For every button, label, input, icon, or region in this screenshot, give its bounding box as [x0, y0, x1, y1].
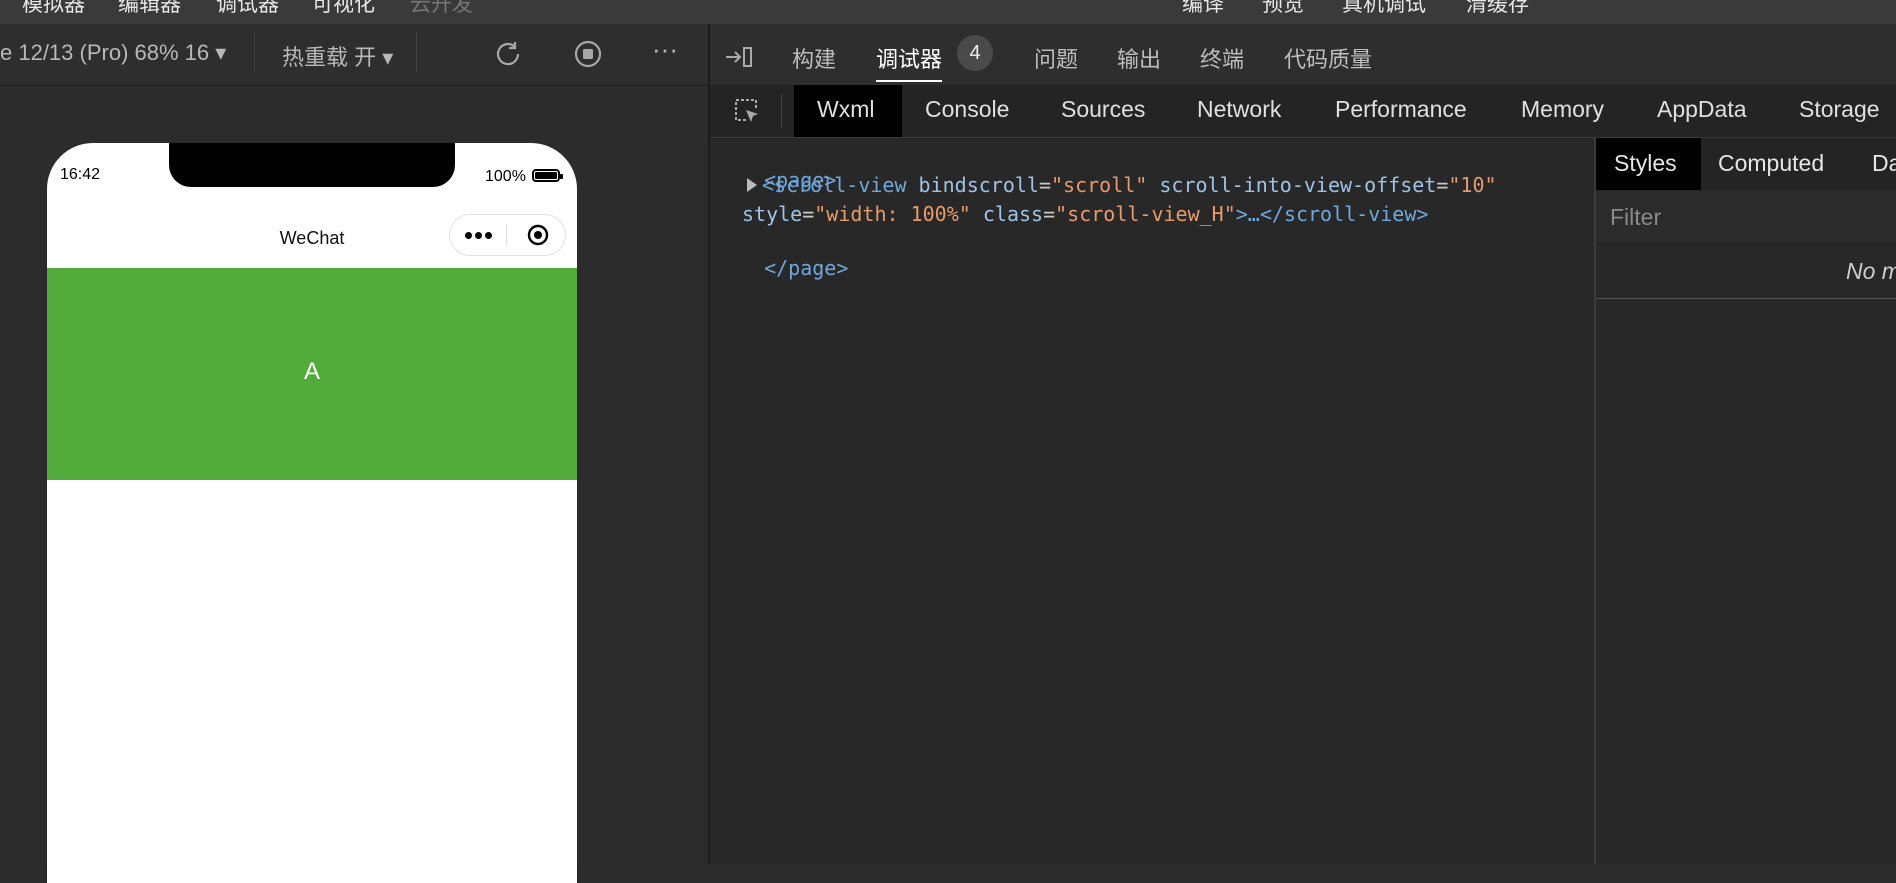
- more-menu-button[interactable]: ···: [652, 34, 678, 65]
- panel-tab-storage[interactable]: Storage: [1799, 96, 1880, 123]
- panel-tab-wxml[interactable]: Wxml: [817, 96, 874, 123]
- tag-page-close: </page>: [764, 256, 849, 280]
- attr-name: scroll-into-view-offset: [1159, 173, 1437, 197]
- attr-name: class: [982, 202, 1044, 226]
- expand-triangle-icon[interactable]: [747, 178, 757, 192]
- menu-preview[interactable]: 预览: [1262, 0, 1304, 18]
- wxml-line-scroll-view-cont[interactable]: style="width: 100%" class="scroll-view_H…: [742, 202, 1428, 226]
- phone-notch: [169, 143, 455, 187]
- panel-tab-console[interactable]: Console: [925, 96, 1009, 123]
- panel-tab-sources[interactable]: Sources: [1061, 96, 1145, 123]
- toolbar-divider: [416, 32, 417, 72]
- debugger-count-badge: 4: [957, 35, 993, 71]
- styles-tab-computed[interactable]: Computed: [1718, 150, 1824, 177]
- close-miniprogram-icon[interactable]: [527, 224, 549, 246]
- menu-debugger[interactable]: 调试器: [216, 0, 279, 18]
- panel-tab-appdata[interactable]: AppData: [1657, 96, 1747, 123]
- menu-real-device-debug[interactable]: 真机调试: [1342, 0, 1426, 18]
- dock-side-icon[interactable]: [724, 44, 754, 70]
- attr-value: "scroll-view_H": [1055, 202, 1236, 226]
- active-tab-indicator: [876, 80, 942, 82]
- tab-build[interactable]: 构建: [792, 42, 836, 74]
- more-dots-icon: [475, 232, 482, 239]
- attr-name: bindscroll: [918, 173, 1039, 197]
- stop-icon[interactable]: [572, 38, 604, 70]
- styles-pane: [1594, 138, 1896, 864]
- capsule-divider: [506, 224, 507, 246]
- panel-divider: [781, 94, 782, 128]
- menu-bar: 模拟器 编辑器 调试器 可视化 云开发 编译 预览 真机调试 清缓存: [0, 0, 1896, 24]
- panel-tab-memory[interactable]: Memory: [1521, 96, 1604, 123]
- menu-editor[interactable]: 编辑器: [118, 0, 181, 18]
- menu-clear-cache[interactable]: 清缓存: [1466, 0, 1529, 18]
- attr-value: "width: 100%": [814, 202, 971, 226]
- scroll-item-label: A: [303, 358, 320, 385]
- tag-scroll-view: <scroll-view: [762, 173, 907, 197]
- panel-tab-performance[interactable]: Performance: [1335, 96, 1467, 123]
- tab-terminal[interactable]: 终端: [1200, 42, 1244, 74]
- refresh-icon[interactable]: [492, 38, 524, 70]
- toolbar-divider: [254, 32, 255, 72]
- more-dots-icon[interactable]: [465, 232, 472, 239]
- styles-tab-styles[interactable]: Styles: [1614, 150, 1677, 177]
- attr-value: "10": [1448, 173, 1497, 197]
- styles-tab-dataset[interactable]: Da: [1872, 150, 1896, 177]
- status-battery-text: 100%: [485, 168, 526, 185]
- wxml-line-scroll-view[interactable]: <scroll-view bindscroll="scroll" scroll-…: [762, 173, 1497, 197]
- panel-tab-network[interactable]: Network: [1197, 96, 1281, 123]
- tab-code-quality[interactable]: 代码质量: [1284, 42, 1372, 74]
- hot-reload-toggle[interactable]: 热重载 开 ▾: [282, 40, 393, 72]
- battery-icon: [532, 169, 563, 182]
- wxml-line-page-close[interactable]: </page>: [740, 232, 848, 280]
- attr-value: "scroll": [1051, 173, 1148, 197]
- tag-scroll-view-close: >…</scroll-view>: [1235, 202, 1429, 226]
- more-dots-icon: [485, 232, 492, 239]
- status-time: 16:42: [60, 166, 101, 183]
- no-matching-rule-text: No m: [1846, 258, 1896, 284]
- menu-visual[interactable]: 可视化: [312, 0, 375, 18]
- inspect-element-icon[interactable]: [732, 96, 762, 126]
- menu-cloud[interactable]: 云开发: [410, 0, 473, 18]
- device-select[interactable]: e 12/13 (Pro) 68% 16 ▾: [0, 40, 226, 66]
- tab-problems[interactable]: 问题: [1034, 42, 1078, 74]
- attr-name: style: [742, 202, 803, 226]
- tab-output[interactable]: 输出: [1117, 42, 1161, 74]
- menu-compile[interactable]: 编译: [1182, 0, 1224, 18]
- menu-simulator[interactable]: 模拟器: [22, 0, 85, 18]
- tab-debugger[interactable]: 调试器: [876, 42, 942, 74]
- filter-placeholder: Filter: [1610, 204, 1662, 230]
